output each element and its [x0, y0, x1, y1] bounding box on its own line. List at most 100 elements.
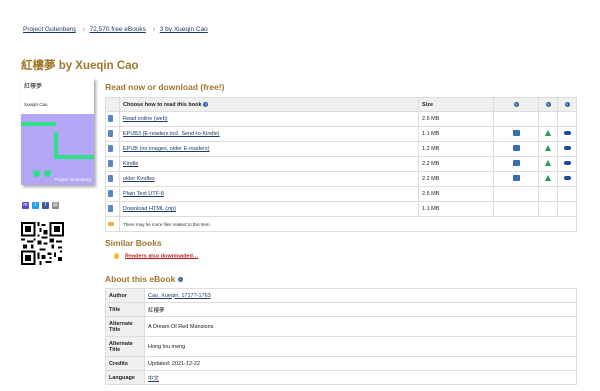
download-row: Read online (web) 2.6 MB — [105, 111, 577, 127]
about-key: Author — [105, 288, 145, 303]
about-row: Author Cao, Xueqin, 1717?-1763 — [105, 288, 577, 303]
send-to-kindle-icon[interactable] — [512, 175, 520, 181]
google-drive-icon[interactable] — [545, 130, 551, 136]
print-icon[interactable]: ▤ — [52, 202, 59, 209]
cover-publisher: Project Gutenberg — [54, 177, 91, 182]
size-cell: 1.1 MB — [418, 201, 494, 217]
file-icon — [108, 159, 113, 167]
file-icon-cell — [105, 141, 120, 157]
breadcrumb-free-ebooks[interactable]: 72,570 free eBooks — [90, 26, 146, 33]
header-icon-cell — [105, 97, 120, 112]
twitter-icon[interactable]: t — [32, 202, 39, 209]
help-icon[interactable]: ? — [564, 101, 570, 107]
onedrive-icon[interactable] — [563, 176, 571, 180]
header-size: Size — [418, 97, 494, 112]
cover-title: 紅樓夢 — [24, 84, 43, 90]
download-heading: Read now or download (free!) — [105, 82, 225, 92]
about-value-text: Updated: 2021-12-22 — [148, 360, 200, 367]
about-value-text: A Dream Of Red Mansions — [148, 323, 214, 330]
about-value-link[interactable]: 中文 — [148, 376, 159, 382]
file-icon-cell — [105, 111, 120, 127]
download-link[interactable]: Kindle — [123, 161, 138, 167]
header-cloud-col: ? — [557, 97, 577, 112]
onedrive-cell — [557, 141, 577, 157]
send-to-kindle-icon[interactable] — [512, 145, 520, 151]
about-key: Credits — [105, 356, 145, 371]
send-to-kindle-cell — [493, 171, 539, 187]
file-icon — [108, 129, 113, 137]
google-drive-icon[interactable] — [545, 145, 551, 151]
download-link[interactable]: EPUB (no images, older E-readers) — [123, 146, 210, 152]
file-icon-cell — [105, 171, 120, 187]
download-row: EPUB (no images, older E-readers) 1.2 MB — [105, 141, 577, 157]
google-drive-cell — [538, 171, 558, 187]
size-cell: 2.6 MB — [418, 111, 494, 127]
google-drive-cell — [538, 201, 558, 217]
send-to-kindle-icon[interactable] — [512, 160, 520, 166]
onedrive-icon[interactable] — [563, 146, 571, 150]
onedrive-cell — [557, 126, 577, 142]
help-icon[interactable]: ? — [545, 101, 551, 107]
format-cell: EPUB (no images, older E-readers) — [119, 141, 419, 157]
google-drive-icon[interactable] — [545, 160, 551, 166]
onedrive-icon[interactable] — [563, 161, 571, 165]
about-value: Hong lou meng — [144, 336, 577, 357]
send-to-kindle-icon[interactable] — [512, 130, 520, 136]
google-drive-cell — [538, 111, 558, 127]
about-heading: About this eBook ? — [105, 274, 183, 284]
help-icon[interactable]: ? — [513, 101, 519, 107]
about-value-link[interactable]: Cao, Xueqin, 1717?-1763 — [148, 293, 211, 299]
breadcrumb-separator: › — [152, 26, 155, 33]
onedrive-icon[interactable] — [563, 131, 571, 135]
help-icon[interactable]: ? — [203, 101, 209, 107]
send-to-kindle-cell — [493, 141, 539, 157]
breadcrumb: Project Gutenberg › 72,570 free eBooks ›… — [23, 26, 208, 33]
breadcrumb-author-books[interactable]: 3 by Xueqin Cao — [160, 26, 208, 33]
about-key: Alternate Title — [105, 316, 145, 337]
about-value: 中文 — [144, 370, 577, 385]
format-cell: EPUB3 (E-readers incl. Send-to-Kindle) — [119, 126, 419, 142]
onedrive-cell — [557, 156, 577, 172]
size-cell: 1.2 MB — [418, 141, 494, 157]
file-icon — [108, 189, 113, 197]
about-value: A Dream Of Red Mansions — [144, 316, 577, 337]
download-link[interactable]: Plain Text UTF-8 — [123, 191, 164, 197]
lightbulb-icon — [114, 253, 119, 259]
onedrive-cell — [557, 186, 577, 202]
file-icon — [108, 204, 113, 212]
size-cell: 1.1 MB — [418, 126, 494, 142]
send-to-kindle-cell — [493, 201, 539, 217]
download-table-header: Choose how to read this book ? Size ? ? … — [105, 97, 577, 112]
download-link[interactable]: Download HTML (zip) — [123, 206, 176, 212]
onedrive-cell — [557, 171, 577, 187]
download-row: Download HTML (zip) 1.1 MB — [105, 201, 577, 217]
download-link[interactable]: Read online (web) — [123, 116, 168, 122]
breadcrumb-project-gutenberg[interactable]: Project Gutenberg — [23, 26, 76, 33]
format-cell: older Kindles — [119, 171, 419, 187]
share-icons: m t f ▤ — [22, 202, 59, 209]
header-drive-col: ? — [538, 97, 558, 112]
send-to-kindle-cell — [493, 156, 539, 172]
google-drive-icon[interactable] — [545, 175, 551, 181]
note-icon-cell — [105, 216, 120, 232]
about-key: Title — [105, 302, 145, 317]
download-row: EPUB3 (E-readers incl. Send-to-Kindle) 1.… — [105, 126, 577, 142]
readers-also-downloaded-link[interactable]: Readers also downloaded… — [125, 253, 198, 259]
similar-heading: Similar Books — [105, 238, 162, 248]
about-value: Updated: 2021-12-22 — [144, 356, 577, 371]
about-row: Credits Updated: 2021-12-22 — [105, 356, 577, 371]
google-drive-cell — [538, 156, 558, 172]
onedrive-cell — [557, 111, 577, 127]
cover-author: Xueqin Cao — [24, 102, 48, 107]
facebook-icon[interactable]: f — [42, 202, 49, 209]
help-icon[interactable]: ? — [177, 277, 183, 283]
download-link[interactable]: EPUB3 (E-readers incl. Send-to-Kindle) — [123, 131, 220, 137]
size-cell: 2.5 MB — [418, 186, 494, 202]
file-icon-cell — [105, 156, 120, 172]
cover-stripe — [21, 122, 56, 126]
download-link[interactable]: older Kindles — [123, 176, 155, 182]
mastodon-icon[interactable]: m — [22, 202, 29, 209]
breadcrumb-separator: › — [82, 26, 85, 33]
file-icon — [108, 174, 113, 182]
file-icon — [108, 114, 113, 122]
